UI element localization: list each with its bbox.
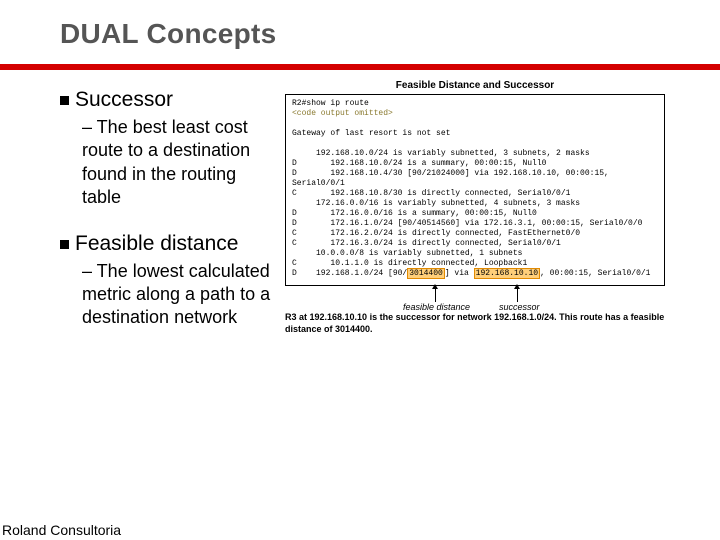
cli-gateway: Gateway of last resort is not set [292,129,658,139]
bullet-square-icon [60,96,69,105]
cli-line: C 172.16.3.0/24 is directly connected, S… [292,239,658,249]
subbullet-successor: – The best least cost route to a destina… [82,116,280,210]
cli-line: 172.16.0.0/16 is variably subnetted, 4 s… [292,199,658,209]
bullet-label: Successor [75,88,173,111]
bullet-successor: Successor [60,88,280,112]
cli-hl-prefix: D 192.168.1.0/24 [90/ [292,269,407,278]
subbullet-prefix: – The [82,117,133,137]
cli-line: D 172.16.0.0/16 is a summary, 00:00:15, … [292,209,658,219]
slide-footer: Roland Consultoria [2,522,121,538]
highlight-successor: 192.168.10.10 [474,268,540,279]
figure-note: R3 at 192.168.10.10 is the successor for… [285,312,665,335]
slide-title: DUAL Concepts [60,18,720,50]
cli-omitted: <code output omitted> [292,109,658,119]
cli-prompt: R2#show ip route [292,99,658,109]
cli-blank [292,139,658,149]
cli-line: D 192.168.10.4/30 [90/21024000] via 192.… [292,169,658,179]
figure-caption: Feasible Distance and Successor [285,80,665,91]
left-column: Successor – The best least cost route to… [60,88,280,330]
content-area: Successor – The best least cost route to… [0,80,720,460]
arrow-icon [517,288,518,302]
bullet-label: Feasible distance [75,232,238,255]
cli-line: D 192.168.10.0/24 is a summary, 00:00:15… [292,159,658,169]
cli-line: 10.0.0.0/8 is variably subnetted, 1 subn… [292,249,658,259]
highlight-fd: 3014400 [407,268,445,279]
cli-highlighted-line: D 192.168.1.0/24 [90/3014400] via 192.16… [292,269,658,279]
slide: DUAL Concepts Successor – The best least… [0,0,720,540]
annotation-arrows: feasible distance successor [285,286,665,308]
label-successor: successor [499,302,540,312]
cli-blank [292,119,658,129]
cli-line: 192.168.10.0/24 is variably subnetted, 3… [292,149,658,159]
title-rule [0,64,720,70]
bullet-feasible-distance: Feasible distance [60,232,280,256]
title-block: DUAL Concepts [0,0,720,50]
arrow-icon [435,288,436,302]
cli-line: D 172.16.1.0/24 [90/40514560] via 172.16… [292,219,658,229]
cli-hl-mid: ] via [445,269,474,278]
cli-line: C 172.16.2.0/24 is directly connected, F… [292,229,658,239]
figure: Feasible Distance and Successor R2#show … [285,80,665,335]
bullet-square-icon [60,240,69,249]
cli-line: C 192.168.10.8/30 is directly connected,… [292,189,658,199]
label-feasible-distance: feasible distance [403,302,470,312]
subbullet-feasible-distance: – The lowest calculated metric along a p… [82,260,280,330]
cli-line: Serial0/0/1 [292,179,658,189]
subbullet-prefix: – The [82,261,133,281]
cli-hl-suffix: , 00:00:15, Serial0/0/1 [540,269,650,278]
cli-output: R2#show ip route <code output omitted> G… [285,94,665,286]
